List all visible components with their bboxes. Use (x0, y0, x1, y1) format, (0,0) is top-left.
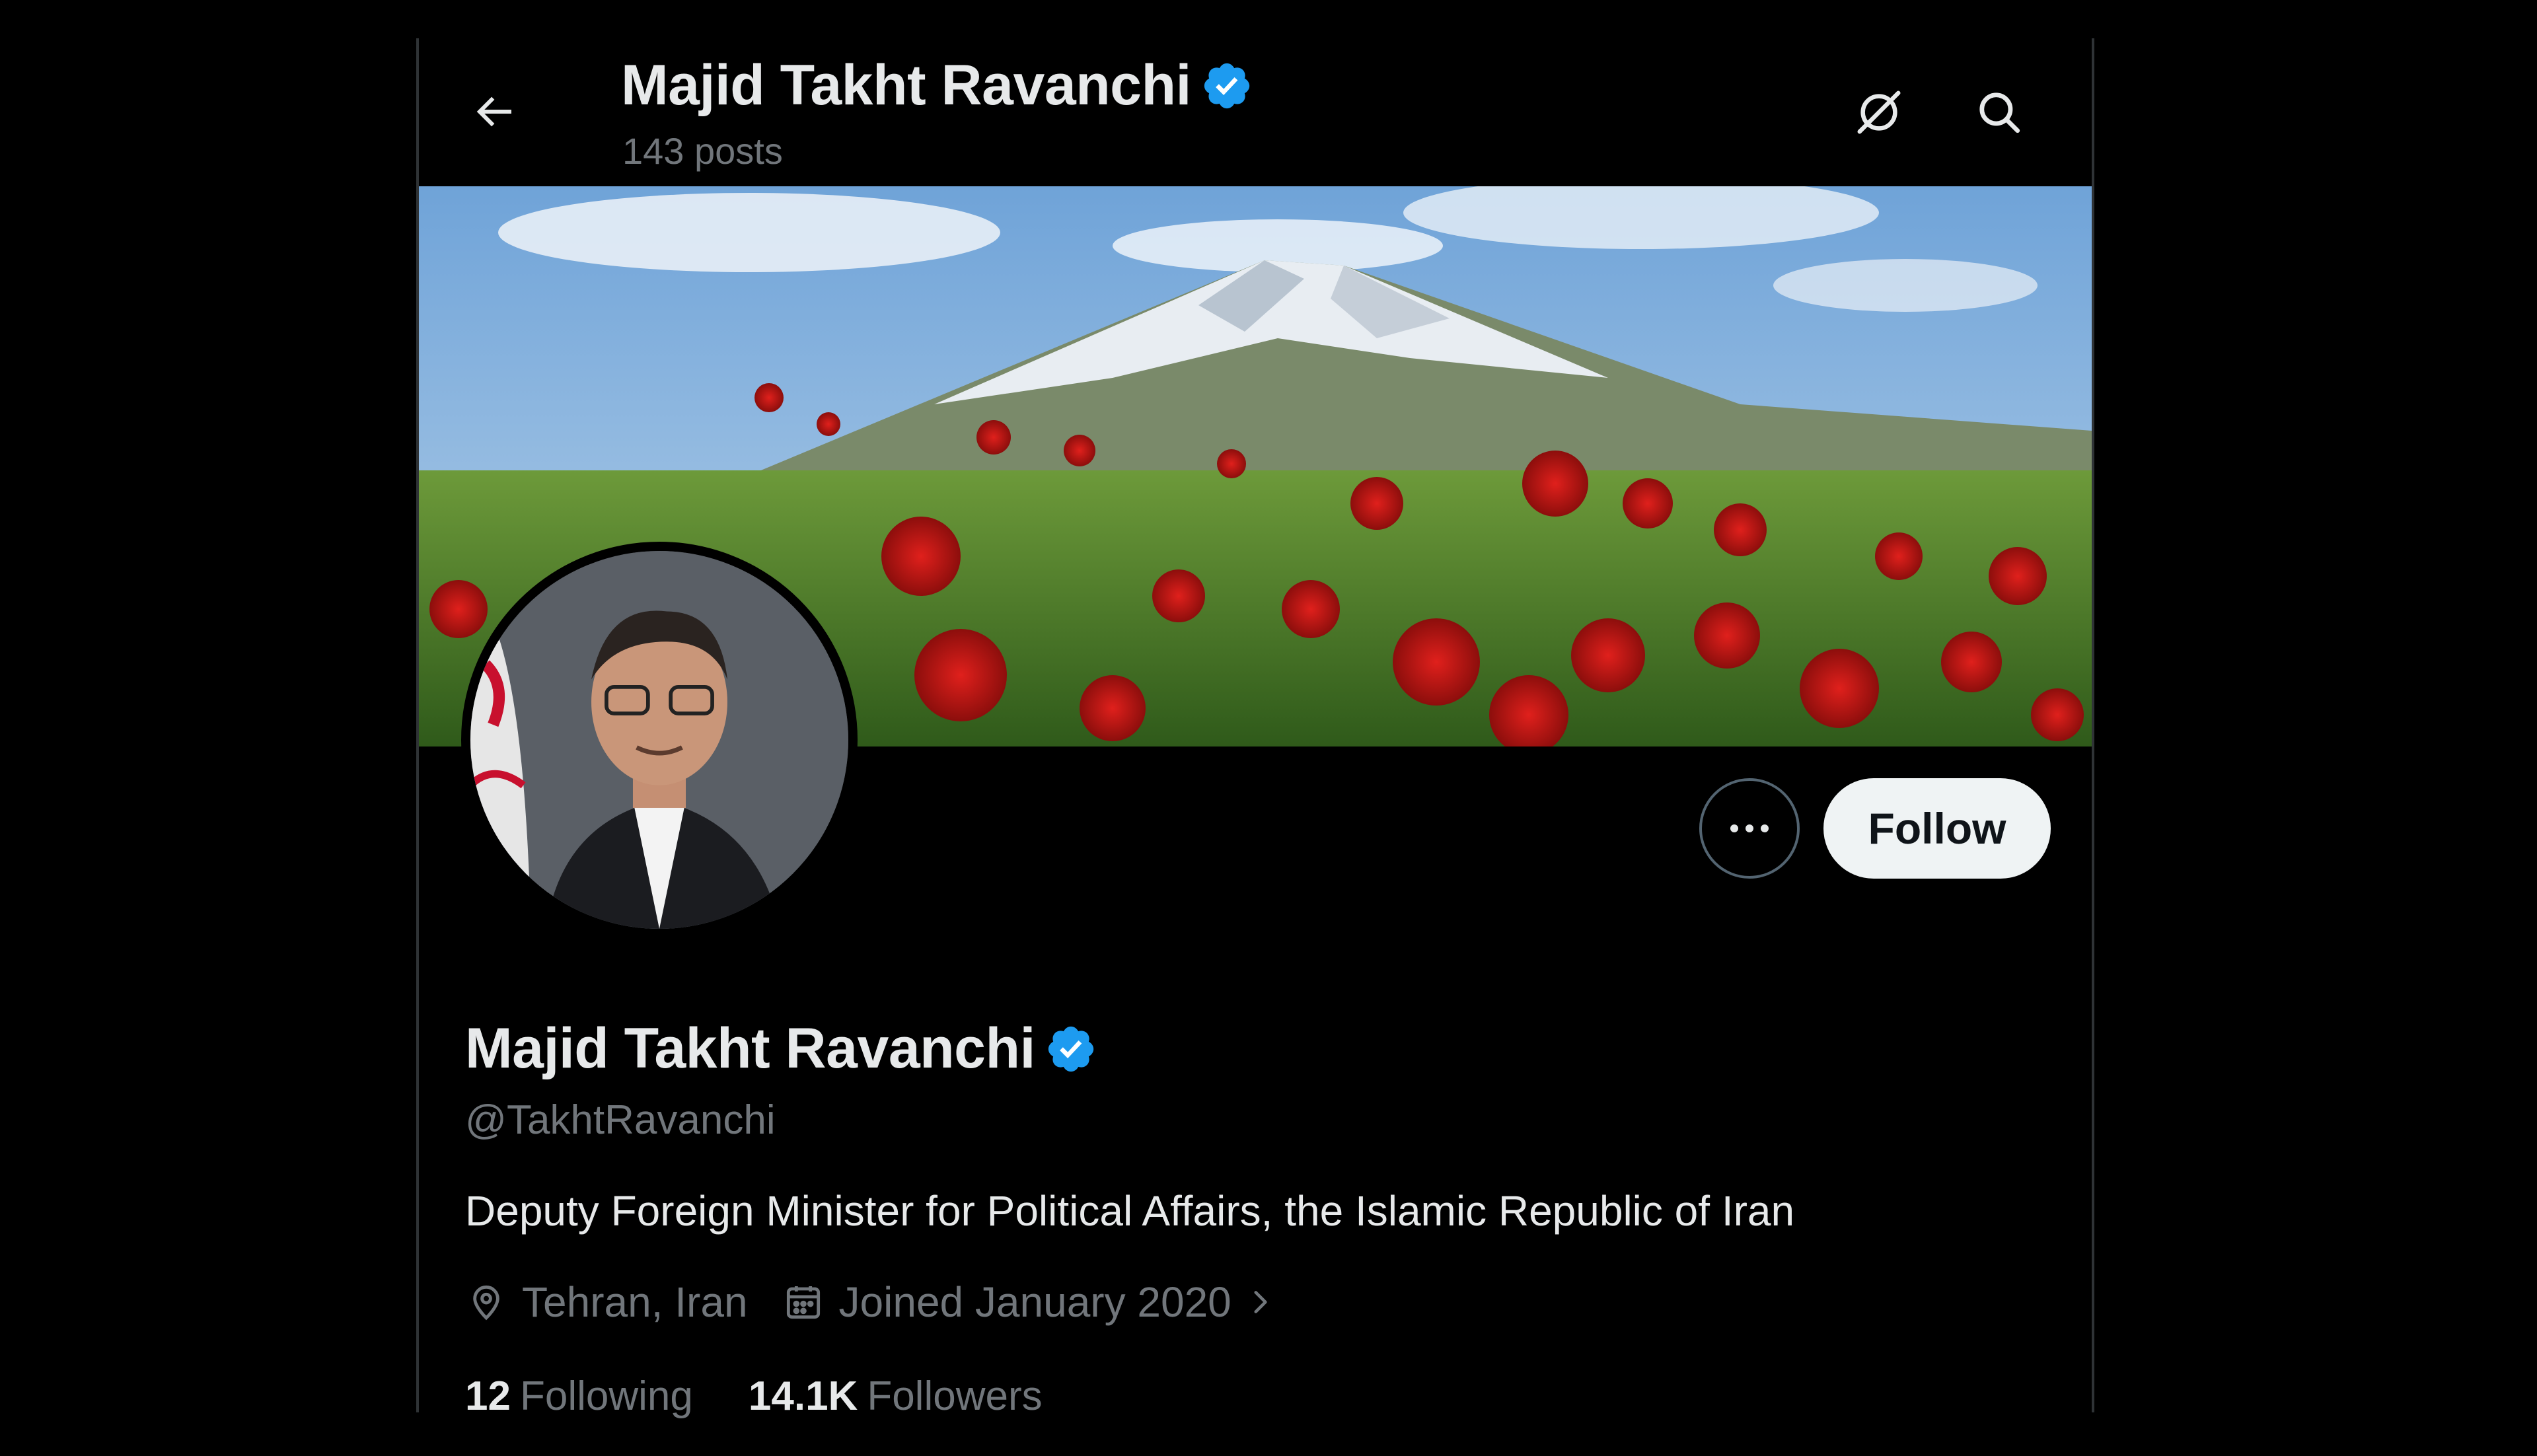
grok-icon (1857, 91, 1901, 134)
location-item: Tehran, Iran (465, 1278, 748, 1327)
top-bar: Majid Takht Ravanchi 143 posts (419, 38, 2092, 186)
profile-bio: Deputy Foreign Minister for Political Af… (465, 1187, 1795, 1235)
follow-button[interactable]: Follow (1823, 778, 2051, 879)
posts-count: 143 posts (622, 130, 783, 172)
calendar-icon (786, 1286, 820, 1319)
joined-item[interactable]: Joined January 2020 (782, 1278, 1276, 1327)
followers-link[interactable]: 14.1K Followers (749, 1373, 1043, 1420)
header-name: Majid Takht Ravanchi (621, 54, 1191, 117)
profile-stats: 12 Following 14.1K Followers (465, 1373, 1098, 1420)
followers-count: 14.1K (748, 1373, 858, 1419)
joined-text: Joined January 2020 (838, 1278, 1232, 1326)
display-name: Majid Takht Ravanchi (465, 1017, 1035, 1080)
profile-handle: @TakhtRavanchi (465, 1097, 776, 1143)
profile-avatar[interactable] (461, 542, 858, 938)
avatar-photo (470, 551, 848, 929)
profile-name: Majid Takht Ravanchi (465, 1016, 1097, 1081)
location-text: Tehran, Iran (522, 1278, 748, 1326)
back-button[interactable] (457, 75, 530, 148)
following-link[interactable]: 12 Following (465, 1373, 693, 1420)
more-button[interactable] (1699, 778, 1800, 879)
verified-badge-icon[interactable] (1045, 1023, 1097, 1075)
verified-badge-icon (1204, 63, 1250, 108)
search-icon (1979, 92, 2020, 133)
following-count: 12 (465, 1373, 511, 1419)
search-button[interactable] (1966, 79, 2032, 145)
followers-label: Followers (867, 1373, 1043, 1419)
arrow-left-icon (476, 96, 511, 127)
top-actions (1846, 79, 2032, 145)
grok-button[interactable] (1846, 79, 1912, 145)
following-label: Following (519, 1373, 693, 1419)
profile-column: Majid Takht Ravanchi 143 posts Follow Ma… (416, 38, 2094, 1419)
chevron-right-icon (1254, 1291, 1267, 1313)
header-title: Majid Takht Ravanchi (621, 53, 1253, 118)
location-pin-icon (473, 1285, 499, 1321)
more-icon (1730, 824, 1769, 832)
profile-meta: Tehran, Iran Joined January 2020 (465, 1278, 1311, 1327)
